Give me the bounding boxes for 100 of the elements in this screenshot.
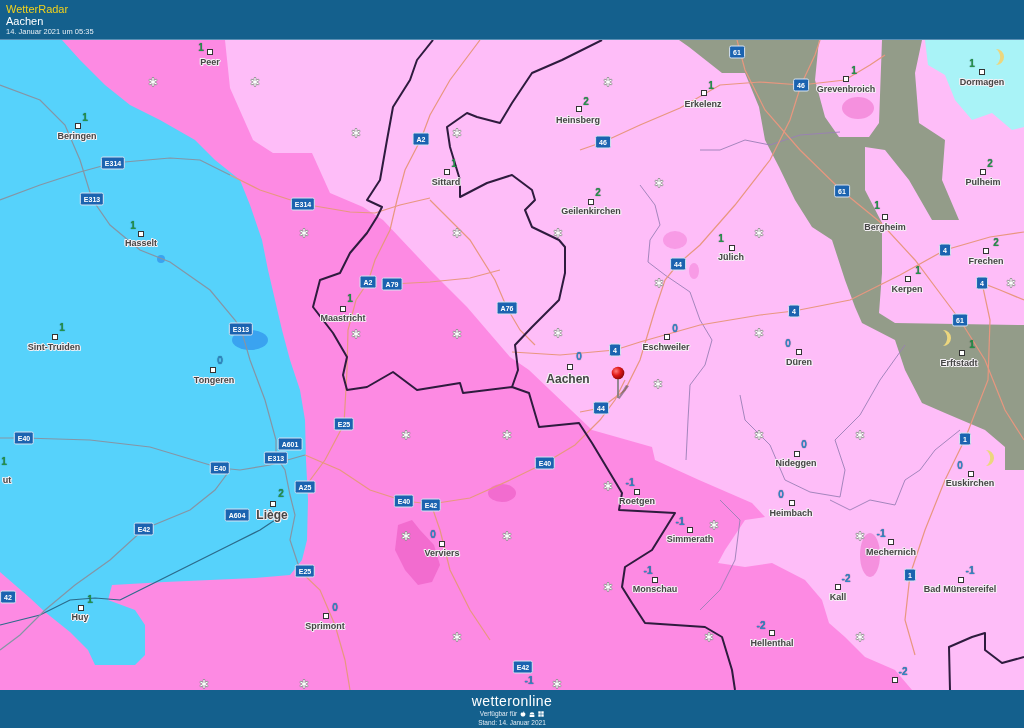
city-marker-icon bbox=[796, 349, 802, 355]
snowflake-icon bbox=[553, 228, 563, 238]
temperature-value: 1 bbox=[718, 232, 724, 244]
snowflake-icon bbox=[855, 430, 865, 440]
four-squares-icon bbox=[538, 710, 545, 717]
city-label: Mechernich bbox=[866, 547, 916, 557]
temperature-value: 1 bbox=[198, 41, 204, 53]
city-label: Heimbach bbox=[769, 508, 813, 518]
snowflake-icon bbox=[653, 379, 663, 389]
temperature-value: 1 bbox=[969, 57, 975, 69]
city-label: Dormagen bbox=[959, 77, 1005, 87]
city-label: Tongeren bbox=[193, 375, 235, 385]
snowflake-icon bbox=[552, 679, 562, 689]
temperature-value: 1 bbox=[87, 593, 93, 605]
robot-head-icon bbox=[529, 710, 536, 717]
city-marker-icon bbox=[439, 541, 445, 547]
city-marker-icon bbox=[729, 245, 735, 251]
temperature-value: 0 bbox=[332, 601, 338, 613]
city-label: Sprimont bbox=[305, 621, 345, 631]
city-label: Düren bbox=[786, 357, 812, 367]
snowflake-icon bbox=[502, 531, 512, 541]
city-marker-icon bbox=[968, 471, 974, 477]
apple-icon bbox=[520, 710, 527, 717]
city-label: Jülich bbox=[718, 252, 744, 262]
city-label: Eschweiler bbox=[642, 342, 690, 352]
temperature-value: -2 bbox=[841, 572, 851, 584]
temperature-value: 0 bbox=[576, 350, 582, 362]
city-marker-icon bbox=[687, 527, 693, 533]
city-marker-icon bbox=[664, 334, 670, 340]
city-label: Verviers bbox=[424, 548, 460, 558]
temperature-value: -1 bbox=[524, 674, 534, 686]
temperature-value: 0 bbox=[672, 322, 678, 334]
snowflake-icon bbox=[704, 632, 714, 642]
city-label: Maastricht bbox=[320, 313, 366, 323]
temperature-value: -2 bbox=[898, 665, 908, 677]
city-marker-icon bbox=[576, 106, 582, 112]
city-marker-icon bbox=[980, 169, 986, 175]
city-marker-icon bbox=[794, 451, 800, 457]
city-label: Simmerath bbox=[666, 534, 714, 544]
city-label: Monschau bbox=[632, 584, 678, 594]
city-marker-icon bbox=[843, 76, 849, 82]
crescent-moon-icon bbox=[995, 48, 1005, 66]
city-marker-icon bbox=[835, 584, 841, 590]
city-label: Nideggen bbox=[775, 458, 817, 468]
temperature-value: 1 bbox=[130, 219, 136, 231]
app-title: WetterRadar bbox=[6, 3, 69, 15]
city-label: Beringen bbox=[57, 131, 97, 141]
snowflake-icon bbox=[452, 329, 462, 339]
temperature-value: 0 bbox=[217, 354, 223, 366]
snowflake-icon bbox=[553, 328, 563, 338]
temperature-value: -1 bbox=[625, 476, 635, 488]
city-label: Bad Münstereifel bbox=[923, 584, 997, 594]
snowflake-icon bbox=[452, 128, 462, 138]
snowflake-icon bbox=[754, 228, 764, 238]
temperature-value: 1 bbox=[708, 79, 714, 91]
temperature-value: 1 bbox=[451, 157, 457, 169]
snowflake-icon bbox=[250, 77, 260, 87]
city-label: Kerpen bbox=[891, 284, 923, 294]
snowflake-icon bbox=[603, 77, 613, 87]
snowflake-icon bbox=[299, 228, 309, 238]
city-marker-icon bbox=[588, 199, 594, 205]
city-label: Sint-Truiden bbox=[27, 342, 81, 352]
city-marker-icon bbox=[634, 489, 640, 495]
snow-patch bbox=[663, 231, 687, 249]
snowflake-icon bbox=[502, 430, 512, 440]
temperature-value: 1 bbox=[851, 64, 857, 76]
temperature-value: 1 bbox=[969, 338, 975, 350]
temperature-value: 1 bbox=[915, 264, 921, 276]
snowflake-icon bbox=[603, 481, 613, 491]
snowflake-icon bbox=[709, 520, 719, 530]
temperature-value: 1 bbox=[1, 455, 7, 467]
city-label: Hellenthal bbox=[750, 638, 794, 648]
city-marker-icon bbox=[567, 364, 573, 370]
city-marker-icon bbox=[210, 367, 216, 373]
snowflake-icon bbox=[199, 679, 209, 689]
city-marker-icon bbox=[270, 501, 276, 507]
snow-patch bbox=[842, 97, 874, 119]
city-marker-icon bbox=[958, 577, 964, 583]
snowflake-icon bbox=[401, 531, 411, 541]
snowflake-icon bbox=[351, 128, 361, 138]
snowflake-icon bbox=[299, 679, 309, 689]
city-marker-icon bbox=[78, 605, 84, 611]
temperature-value: 0 bbox=[801, 438, 807, 450]
city-label: Heinsberg bbox=[556, 115, 600, 125]
city-label: Aachen bbox=[546, 372, 590, 386]
city-label: Euskirchen bbox=[945, 478, 995, 488]
snowflake-icon bbox=[855, 632, 865, 642]
temperature-value: -1 bbox=[643, 564, 653, 576]
temperature-value: -2 bbox=[756, 619, 766, 631]
city-marker-icon bbox=[882, 214, 888, 220]
snowflake-icon bbox=[148, 77, 158, 87]
city-label: Huy bbox=[71, 612, 89, 622]
temperature-value: 2 bbox=[987, 157, 993, 169]
city-marker-icon bbox=[769, 630, 775, 636]
temperature-value: 0 bbox=[430, 528, 436, 540]
city-label: Erkelenz bbox=[684, 99, 722, 109]
city-marker-icon bbox=[701, 90, 707, 96]
logo-text: wetteronline bbox=[471, 694, 553, 709]
snowflake-icon bbox=[603, 582, 613, 592]
snowflake-icon bbox=[452, 228, 462, 238]
